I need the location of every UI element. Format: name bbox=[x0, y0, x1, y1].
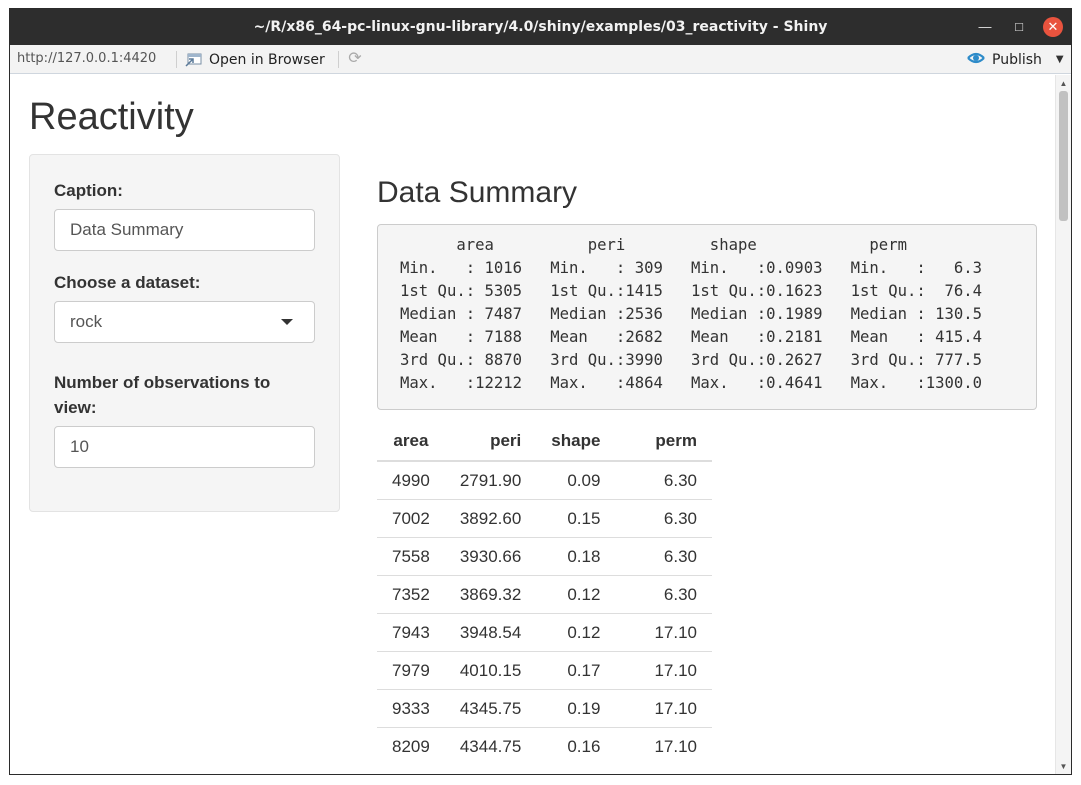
toolbar-divider bbox=[176, 51, 177, 68]
maximize-icon[interactable]: □ bbox=[1009, 17, 1029, 37]
open-in-browser-label: Open in Browser bbox=[209, 51, 325, 68]
scroll-down-icon[interactable]: ▼ bbox=[1056, 760, 1071, 774]
table-cell: 6.30 bbox=[615, 537, 712, 576]
url-label: http://127.0.0.1:4420 bbox=[17, 51, 157, 66]
table-cell: 17.10 bbox=[615, 651, 712, 690]
table-cell: 4345.75 bbox=[444, 689, 537, 728]
open-in-browser-icon bbox=[185, 53, 202, 67]
table-cell: 7002 bbox=[377, 499, 445, 538]
table-cell: 0.18 bbox=[536, 537, 616, 576]
table-row: 4990 2791.90 0.09 6.30 bbox=[377, 460, 712, 500]
close-icon[interactable]: ✕ bbox=[1043, 17, 1063, 37]
table-cell: 3948.54 bbox=[444, 613, 537, 652]
column-header: area bbox=[377, 422, 445, 462]
summary-output: area peri shape perm Min. : 1016 Min. : 3… bbox=[377, 224, 1037, 410]
column-header: peri bbox=[444, 422, 537, 462]
table-cell: 4344.75 bbox=[444, 727, 537, 765]
table-cell: 0.17 bbox=[536, 651, 616, 690]
scrollbar-thumb[interactable] bbox=[1059, 91, 1068, 221]
table-cell: 7558 bbox=[377, 537, 445, 576]
table-row: 7558 3930.66 0.18 6.30 bbox=[377, 537, 712, 576]
summary-heading: Data Summary bbox=[377, 176, 578, 209]
summary-line: Min. : 1016 Min. : 309 Min. :0.0903 Min.… bbox=[400, 259, 983, 277]
table-cell: 0.12 bbox=[536, 575, 616, 614]
table-row: 8209 4344.75 0.16 17.10 bbox=[377, 727, 712, 765]
scroll-up-icon[interactable]: ▲ bbox=[1056, 77, 1071, 91]
table-cell: 6.30 bbox=[615, 460, 712, 500]
publish-button[interactable]: Publish ▼ bbox=[966, 49, 1064, 70]
summary-line: Median : 7487 Median :2536 Median :0.198… bbox=[400, 305, 983, 323]
open-in-browser-button[interactable]: Open in Browser bbox=[185, 49, 325, 70]
table-cell: 9333 bbox=[377, 689, 445, 728]
table-cell: 7352 bbox=[377, 575, 445, 614]
table-row: 7002 3892.60 0.15 6.30 bbox=[377, 499, 712, 538]
table-cell: 7979 bbox=[377, 651, 445, 690]
publish-icon bbox=[966, 50, 986, 70]
summary-line: 1st Qu.: 5305 1st Qu.:1415 1st Qu.:0.162… bbox=[400, 282, 983, 300]
summary-line: 3rd Qu.: 8870 3rd Qu.:3990 3rd Qu.:0.262… bbox=[400, 351, 983, 369]
vertical-scrollbar[interactable]: ▲ ▼ bbox=[1055, 75, 1071, 774]
table-cell: 0.09 bbox=[536, 460, 616, 500]
table-cell: 6.30 bbox=[615, 499, 712, 538]
title-bar: ~/R/x86_64-pc-linux-gnu-library/4.0/shin… bbox=[10, 9, 1071, 45]
refresh-icon[interactable]: ⟳ bbox=[346, 50, 364, 68]
minimize-icon[interactable]: — bbox=[975, 17, 995, 37]
table-cell: 3892.60 bbox=[444, 499, 537, 538]
table-cell: 0.19 bbox=[536, 689, 616, 728]
table-cell: 17.10 bbox=[615, 689, 712, 728]
column-header: shape bbox=[536, 422, 616, 462]
dataset-label: Choose a dataset: bbox=[54, 273, 201, 292]
table-cell: 3930.66 bbox=[444, 537, 537, 576]
table-row: 7352 3869.32 0.12 6.30 bbox=[377, 575, 712, 614]
table-cell: 0.15 bbox=[536, 499, 616, 538]
caption-label: Caption: bbox=[54, 181, 123, 200]
table-cell: 6.30 bbox=[615, 575, 712, 614]
table-cell: 2791.90 bbox=[444, 460, 537, 500]
page-title: Reactivity bbox=[29, 96, 194, 138]
chevron-down-icon bbox=[281, 319, 293, 325]
observations-label: Number of observations to view: bbox=[54, 373, 271, 417]
app-viewport: Reactivity Caption: Data Summary Choose … bbox=[10, 75, 1056, 774]
chevron-down-icon[interactable]: ▼ bbox=[1056, 54, 1064, 65]
table-row: 7943 3948.54 0.12 17.10 bbox=[377, 613, 712, 652]
publish-label: Publish bbox=[992, 51, 1042, 68]
table-cell: 7943 bbox=[377, 613, 445, 652]
table-cell: 17.10 bbox=[615, 727, 712, 765]
table-cell: 0.16 bbox=[536, 727, 616, 765]
dataset-select-value: rock bbox=[70, 312, 103, 331]
table-cell: 8209 bbox=[377, 727, 445, 765]
table-cell: 4010.15 bbox=[444, 651, 537, 690]
summary-line: Mean : 7188 Mean :2682 Mean :0.2181 Mean… bbox=[400, 328, 983, 346]
rstudio-viewer-window: ~/R/x86_64-pc-linux-gnu-library/4.0/shin… bbox=[9, 8, 1072, 775]
column-header: perm bbox=[615, 422, 712, 462]
window-title: ~/R/x86_64-pc-linux-gnu-library/4.0/shin… bbox=[253, 19, 828, 35]
table-cell: 0.12 bbox=[536, 613, 616, 652]
data-table: area peri shape perm 4990 2791.90 0.09 6.30… bbox=[377, 422, 712, 765]
table-header-row: area peri shape perm bbox=[377, 422, 712, 462]
table-row: 9333 4345.75 0.19 17.10 bbox=[377, 689, 712, 728]
summary-line: area peri shape perm bbox=[400, 236, 907, 254]
observations-input[interactable]: 10 bbox=[54, 426, 315, 468]
table-cell: 17.10 bbox=[615, 613, 712, 652]
table-cell: 4990 bbox=[377, 460, 445, 500]
summary-line: Max. :12212 Max. :4864 Max. :0.4641 Max.… bbox=[400, 374, 983, 392]
caption-input[interactable]: Data Summary bbox=[54, 209, 315, 251]
sidebar-panel: Caption: Data Summary Choose a dataset: … bbox=[29, 154, 340, 512]
table-cell: 3869.32 bbox=[444, 575, 537, 614]
table-row: 7979 4010.15 0.17 17.10 bbox=[377, 651, 712, 690]
dataset-select[interactable]: rock bbox=[54, 301, 315, 343]
toolbar-divider bbox=[338, 51, 339, 68]
viewer-toolbar: http://127.0.0.1:4420 Open in Browser ⟳ bbox=[10, 45, 1071, 74]
